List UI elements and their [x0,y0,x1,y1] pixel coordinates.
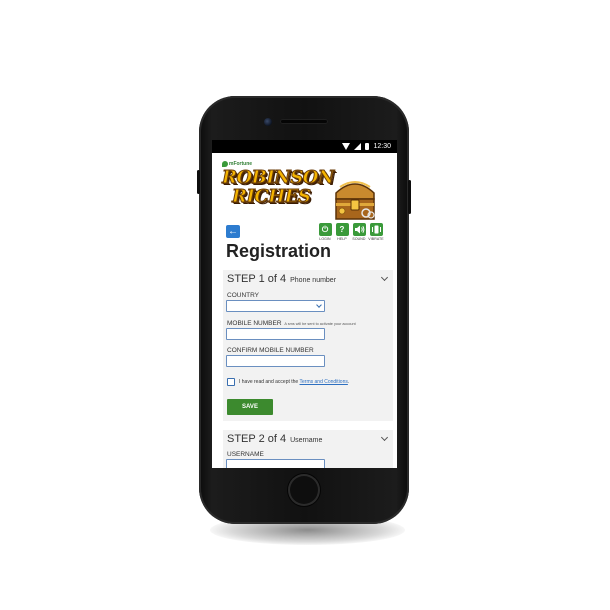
step-1-heading: STEP 1 of 4 [227,273,287,285]
mobile-number-label: MOBILE NUMBER A sms will be sent to acti… [227,320,356,327]
phone-volume-button [197,170,200,194]
sound-label: SOUND [352,237,366,241]
help-label: HELP [337,237,347,241]
game-title-logo: ROBINSON RICHES [222,167,340,207]
step-2-panel: STEP 2 of 4 Username USERNAME [223,430,393,468]
home-button[interactable] [288,474,320,506]
page-title: Registration [226,241,332,261]
step-2-heading: STEP 2 of 4 [227,433,287,445]
step-1-panel: STEP 1 of 4 Phone number COUNTRY MOBILE … [223,270,393,421]
earpiece-speaker [280,119,328,124]
step-1-header[interactable]: STEP 1 of 4 Phone number [227,273,336,285]
mobile-number-label-text: MOBILE NUMBER [227,320,282,327]
terms-row: I have read and accept the Terms and Con… [227,378,349,386]
vibrate-label: VIBRATE [368,237,384,241]
terms-prefix: I have read and accept the [239,379,300,385]
mobile-number-hint: A sms will be sent to activate your acco… [284,322,356,326]
step-1-subheading: Phone number [290,277,337,284]
status-time: 12:30 [373,143,391,150]
signal-icon [354,143,362,150]
sound-button[interactable]: SOUND [351,223,367,241]
mobile-number-input[interactable] [226,328,325,340]
step-2-header[interactable]: STEP 2 of 4 Username [227,433,322,445]
wifi-icon [342,143,351,150]
phone-power-button [408,180,411,214]
chevron-down-icon[interactable] [380,433,389,442]
help-button[interactable]: ? HELP [334,223,350,241]
help-icon: ? [335,223,349,236]
terms-checkbox[interactable] [227,378,235,386]
vibrate-button[interactable]: VIBRATE [368,223,384,241]
status-bar: 12:30 [212,140,397,153]
login-button[interactable]: ⏻ LOGIN [317,223,333,241]
sound-icon [352,223,366,236]
username-label: USERNAME [227,451,264,458]
game-title-line2: RICHES [232,186,312,207]
battery-icon [365,143,370,150]
power-icon: ⏻ [318,223,332,236]
confirm-mobile-input[interactable] [226,355,325,367]
phone-screen: 12:30 mFortune ROBINSON RICHES ← ⏻ LOGIN [212,140,397,468]
back-button[interactable]: ← [226,225,240,238]
country-label: COUNTRY [227,292,260,299]
username-input[interactable] [226,459,325,468]
step-2-subheading: Username [290,437,323,444]
vibrate-icon [369,223,383,236]
save-button[interactable]: SAVE [227,399,273,415]
terms-link[interactable]: Terms and Conditions [300,379,348,385]
game-banner: mFortune ROBINSON RICHES [212,153,397,223]
game-title-line1: ROBINSON [222,167,335,188]
arrow-left-icon: ← [228,226,238,237]
terms-suffix: . [347,379,350,385]
front-camera [264,118,272,126]
treasure-chest-icon [335,181,375,220]
chevron-down-icon[interactable] [380,273,389,282]
country-select[interactable] [226,300,325,312]
terms-text: I have read and accept the Terms and Con… [239,379,349,385]
confirm-mobile-label: CONFIRM MOBILE NUMBER [227,347,314,354]
chevron-down-icon [316,302,322,308]
